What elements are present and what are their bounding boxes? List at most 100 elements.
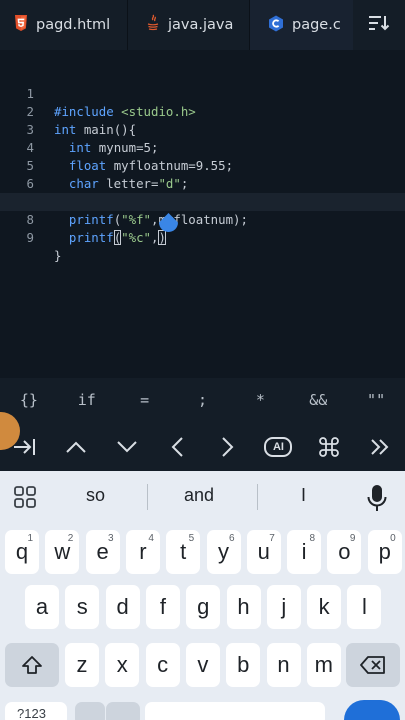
cursor-down-button[interactable] <box>101 423 152 471</box>
ai-assist-button[interactable]: AI <box>253 423 304 471</box>
tab-label: page.c <box>292 17 341 33</box>
symbol-semicolon-button[interactable]: ; <box>174 378 232 423</box>
key-q[interactable]: q1 <box>5 530 39 574</box>
line-number: 9 <box>26 230 34 245</box>
suggestion-word[interactable]: I <box>301 485 306 506</box>
key-hint-2: 2 <box>67 533 74 544</box>
enter-key[interactable] <box>344 700 400 720</box>
key-row-1: q1w2e3r4t5y6u7i8o9p0 <box>0 530 405 578</box>
key-v[interactable]: v <box>185 643 220 687</box>
code-line: 3 int mynum=5; <box>0 103 405 155</box>
key-f[interactable]: f <box>145 585 180 629</box>
key-e[interactable]: e3 <box>85 530 120 574</box>
key-g[interactable]: g <box>186 585 221 629</box>
backspace-icon <box>360 656 385 674</box>
sort-icon <box>368 14 390 37</box>
cursor-up-button[interactable] <box>51 423 102 471</box>
emoji-key[interactable] <box>106 702 140 720</box>
code-line: 9 } <box>0 211 405 263</box>
key-w[interactable]: w2 <box>45 530 80 574</box>
code-line: 4 float myfloatnum=9.55; <box>0 121 405 173</box>
key-d[interactable]: d <box>105 585 140 629</box>
key-o[interactable]: o9 <box>327 530 362 574</box>
arrow-down-icon <box>116 441 137 453</box>
line-text: printf("%c",) <box>68 230 166 245</box>
symbols-key-label: ?123 <box>17 706 46 720</box>
key-h[interactable]: h <box>226 585 261 629</box>
soft-keyboard: so and I q1w2e3r4t5y6u7i8o9p0 asdfghjkl … <box>0 471 405 720</box>
c-language-icon <box>268 15 284 36</box>
key-hint-5: 5 <box>188 533 195 544</box>
cursor-right-button[interactable] <box>203 423 254 471</box>
key-u[interactable]: u7 <box>246 530 281 574</box>
shift-key[interactable] <box>5 643 59 687</box>
cursor-left-button[interactable] <box>152 423 203 471</box>
key-hint-9: 9 <box>349 533 356 544</box>
navigation-toolbar: AI <box>0 423 405 471</box>
key-x[interactable]: x <box>105 643 140 687</box>
key-s[interactable]: s <box>65 585 100 629</box>
code-line: 5 char letter="d"; <box>0 139 405 191</box>
voice-input-button[interactable] <box>366 484 388 517</box>
key-hint-7: 7 <box>269 533 275 544</box>
suggestion-word[interactable]: so <box>86 485 105 506</box>
tab-label: pagd.html <box>36 17 111 33</box>
key-hint-3: 3 <box>108 533 114 544</box>
symbol-equals-button[interactable]: = <box>116 378 174 423</box>
key-n[interactable]: n <box>266 643 301 687</box>
microphone-icon <box>367 485 387 511</box>
symbol-quotes-button[interactable]: "" <box>347 378 405 423</box>
key-hint-6: 6 <box>228 533 235 544</box>
tab-page-c[interactable]: page.c <box>250 0 355 50</box>
key-p[interactable]: p0 <box>367 530 402 574</box>
java-icon <box>146 14 160 36</box>
cursor-handle[interactable] <box>158 213 179 236</box>
key-row-3: zxcvbnm <box>0 643 405 691</box>
code-line: 6 printf("%d",mynum); <box>0 157 405 209</box>
code-editor[interactable]: 1 #include <studio.h> 2 int main(){ 3 in… <box>0 50 405 378</box>
fast-forward-icon <box>370 439 389 455</box>
key-m[interactable]: m <box>306 643 341 687</box>
key-k[interactable]: k <box>307 585 342 629</box>
key-z[interactable]: z <box>65 643 99 687</box>
symbols-key[interactable]: ?123 <box>5 702 67 720</box>
ai-icon: AI <box>264 437 293 457</box>
key-y[interactable]: y6 <box>206 530 241 574</box>
key-b[interactable]: b <box>226 643 261 687</box>
suggestion-strip: so and I <box>0 471 405 523</box>
code-line: 7 printf("%f",myfloatnum); <box>0 175 405 227</box>
key-hint-8: 8 <box>309 533 316 544</box>
code-line: 1 #include <studio.h> <box>0 67 405 119</box>
suggestion-divider <box>257 484 258 510</box>
symbol-and-button[interactable]: && <box>289 378 347 423</box>
command-button[interactable] <box>304 423 355 471</box>
tab-java-java[interactable]: java.java <box>128 0 249 50</box>
space-key[interactable] <box>145 702 325 720</box>
sort-menu-button[interactable] <box>353 0 405 50</box>
grid-icon <box>14 486 36 508</box>
key-c[interactable]: c <box>145 643 180 687</box>
command-icon <box>319 437 339 457</box>
symbol-if-button[interactable]: if <box>58 378 116 423</box>
arrow-up-icon <box>66 441 86 453</box>
key-a[interactable]: a <box>25 585 59 629</box>
apps-grid-button[interactable] <box>14 486 36 513</box>
key-hint-0: 0 <box>390 533 396 544</box>
shift-icon <box>22 656 42 674</box>
suggestion-word[interactable]: and <box>184 485 214 506</box>
line-text: } <box>54 248 62 263</box>
tab-bar: pagd.html java.java page.c <box>0 0 405 50</box>
key-l[interactable]: l <box>347 585 382 629</box>
comma-key[interactable] <box>75 702 105 720</box>
key-i[interactable]: i8 <box>287 530 322 574</box>
more-button[interactable] <box>354 423 405 471</box>
key-t[interactable]: t5 <box>166 530 201 574</box>
code-line: 2 int main(){ <box>0 85 405 137</box>
symbol-asterisk-button[interactable]: * <box>231 378 289 423</box>
backspace-key[interactable] <box>346 643 400 687</box>
key-r[interactable]: r4 <box>125 530 160 574</box>
tab-pagd-html[interactable]: pagd.html <box>0 0 127 50</box>
key-j[interactable]: j <box>266 585 301 629</box>
arrow-left-icon <box>171 437 183 457</box>
tab-label: java.java <box>168 17 234 33</box>
